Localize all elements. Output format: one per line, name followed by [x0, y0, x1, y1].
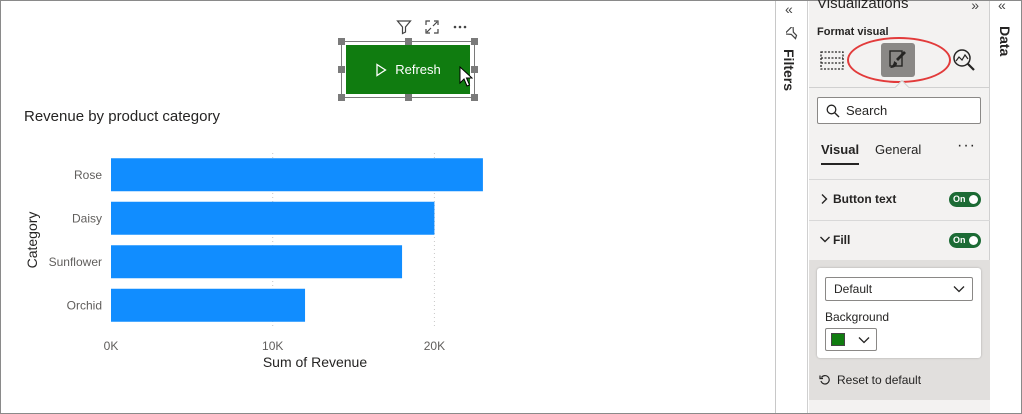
toggle-label: On — [953, 194, 966, 204]
app-window: Refresh Revenue by product category Rose… — [0, 0, 1022, 414]
chevron-down-icon — [820, 236, 830, 243]
reset-to-default-button[interactable]: Reset to default — [819, 373, 921, 387]
resize-handle[interactable] — [338, 66, 345, 73]
section-label: Fill — [833, 233, 851, 247]
visualizations-title: Visualizations — [817, 0, 909, 12]
annotation-highlight-circle — [847, 37, 951, 83]
bar-rose[interactable] — [111, 158, 483, 192]
analytics-tab[interactable] — [947, 43, 981, 77]
fields-icon — [820, 51, 844, 70]
fill-toggle[interactable]: On — [949, 233, 981, 248]
chart-title: Revenue by product category — [24, 108, 220, 125]
color-swatch — [831, 333, 845, 346]
filter-icon[interactable] — [395, 18, 413, 36]
expand-filters-icon[interactable]: « — [785, 1, 793, 17]
search-placeholder: Search — [846, 103, 888, 118]
section-fill[interactable]: Fill On — [809, 220, 990, 260]
tab-visual[interactable]: Visual — [821, 142, 859, 157]
reset-icon — [819, 375, 830, 385]
x-tick-label: 10K — [262, 339, 283, 353]
play-icon — [376, 62, 387, 77]
resize-handle[interactable] — [338, 38, 345, 45]
filters-label: Filters — [781, 49, 797, 92]
toggle-knob — [969, 195, 978, 204]
active-tab-underline — [821, 163, 859, 165]
button-text-toggle[interactable]: On — [949, 192, 981, 207]
toggle-label: On — [953, 235, 966, 245]
build-visual-tab[interactable] — [815, 43, 849, 77]
resize-handle[interactable] — [405, 94, 412, 101]
bar-daisy[interactable] — [111, 201, 435, 235]
visualizations-pane: Visualizations » Format visual Search Vi… — [809, 0, 990, 413]
background-label: Background — [825, 310, 890, 324]
chevron-right-icon — [821, 194, 828, 204]
category-label: Sunflower — [49, 255, 102, 269]
focus-mode-icon[interactable] — [423, 18, 441, 36]
resize-handle[interactable] — [338, 94, 345, 101]
collapse-visualizations-icon[interactable]: » — [971, 0, 979, 13]
more-options-button[interactable]: ··· — [957, 137, 976, 155]
x-axis-label: Sum of Revenue — [263, 354, 367, 370]
visual-header-icons — [395, 17, 469, 37]
bar-orchid[interactable] — [111, 288, 306, 322]
x-tick-label: 0K — [104, 339, 119, 353]
section-label: Button text — [833, 192, 897, 206]
x-tick-label: 20K — [424, 339, 445, 353]
toggle-knob — [969, 236, 978, 245]
background-color-picker[interactable] — [825, 328, 877, 351]
report-canvas: Refresh Revenue by product category Rose… — [1, 1, 776, 413]
y-axis-label: Category — [24, 212, 40, 269]
pane-footer — [809, 400, 990, 413]
bar-chart: Rose Daisy Sunflower Orchid 0K 10K 20K Sum of R… — [24, 153, 483, 370]
bar-sunflower[interactable] — [111, 245, 403, 279]
resize-handle[interactable] — [405, 38, 412, 45]
chevron-down-icon — [953, 286, 965, 293]
refresh-button-visual[interactable]: Refresh — [338, 38, 478, 101]
format-visual-label: Format visual — [817, 26, 889, 38]
filters-pane[interactable]: « Filters — [777, 1, 808, 413]
search-icon — [826, 104, 840, 117]
resize-handle[interactable] — [471, 94, 478, 101]
filter-pane-icon — [786, 27, 798, 40]
category-label: Daisy — [72, 211, 102, 225]
category-label: Rose — [74, 168, 102, 182]
data-label: Data — [997, 26, 1013, 57]
state-dropdown[interactable]: Default — [825, 277, 973, 301]
category-label: Orchid — [67, 298, 102, 312]
tab-general[interactable]: General — [875, 142, 921, 157]
refresh-button-label: Refresh — [395, 62, 441, 77]
section-button-text[interactable]: Button text On — [809, 179, 990, 219]
expand-data-icon[interactable]: « — [998, 0, 1006, 13]
refresh-button[interactable]: Refresh — [346, 45, 470, 94]
analytics-icon — [953, 49, 975, 71]
fill-settings-card: Default Background — [817, 268, 981, 358]
state-dropdown-value: Default — [834, 282, 873, 296]
more-options-icon[interactable] — [451, 18, 469, 36]
resize-handle[interactable] — [471, 38, 478, 45]
data-pane[interactable]: « Data — [991, 0, 1021, 413]
chevron-down-icon — [858, 337, 870, 344]
reset-label: Reset to default — [837, 373, 922, 387]
search-input[interactable]: Search — [817, 97, 981, 124]
mouse-cursor-icon — [459, 66, 473, 87]
